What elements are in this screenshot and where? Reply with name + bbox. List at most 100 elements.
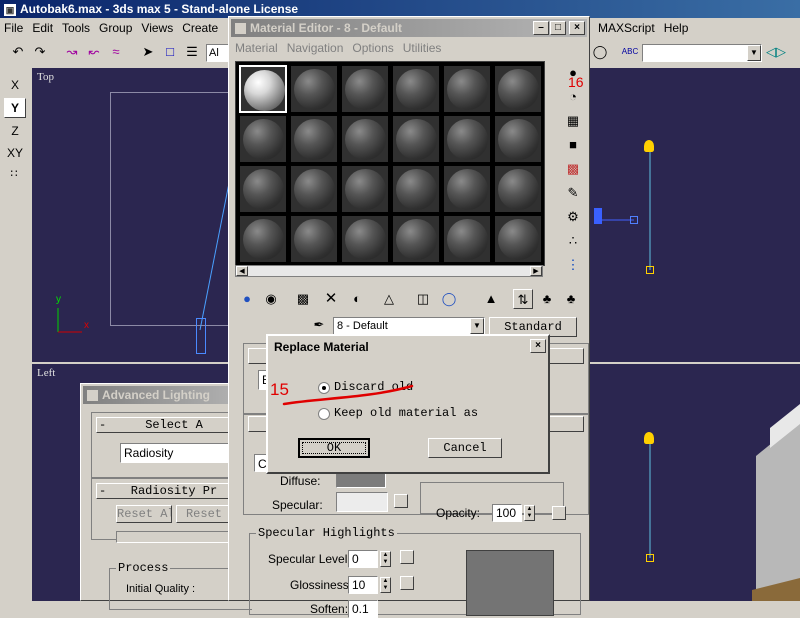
maximize-button[interactable]: □ (550, 21, 566, 35)
menu-tools[interactable]: Tools (62, 21, 90, 35)
material-sample-slot[interactable] (392, 165, 440, 213)
backlight-icon[interactable]: ◔ (563, 87, 583, 107)
opacity-map-button[interactable] (552, 506, 566, 520)
chevron-down-icon[interactable]: ▼ (747, 45, 761, 61)
spinner-down-icon[interactable]: ▼ (381, 559, 390, 566)
specular-swatch[interactable] (336, 492, 388, 512)
sample-uv-icon[interactable]: ■ (563, 135, 583, 155)
background-checker-icon[interactable]: ▦ (563, 111, 583, 131)
material-sample-slot[interactable] (341, 165, 389, 213)
ok-button[interactable]: OK (298, 438, 370, 458)
soften-input[interactable]: 0.1 (348, 600, 378, 618)
material-sample-slot[interactable] (443, 65, 491, 113)
material-sample-slot[interactable] (392, 215, 440, 263)
material-sample-slot[interactable] (494, 65, 542, 113)
material-sample-slot[interactable] (494, 165, 542, 213)
scroll-right-icon[interactable]: ▶ (530, 266, 542, 276)
make-preview-icon[interactable]: ✎ (563, 183, 583, 203)
video-color-check-icon[interactable]: ▩ (563, 159, 583, 179)
light-object-icon[interactable] (196, 318, 206, 354)
dialog-close-button[interactable]: × (530, 339, 546, 353)
menu-create[interactable]: Create (182, 21, 218, 35)
specular-level-spinner[interactable]: ▲ ▼ (380, 551, 391, 567)
reset-map-icon[interactable]: ✕ (321, 289, 341, 309)
target-marker-icon[interactable] (646, 266, 654, 274)
reset-all-button[interactable]: Reset All (116, 505, 172, 523)
reset-button[interactable]: Reset (176, 505, 232, 523)
material-sample-slot[interactable] (494, 215, 542, 263)
select-region-icon[interactable]: □ (160, 42, 180, 62)
close-button[interactable]: × (569, 21, 585, 35)
eyedropper-icon[interactable]: ✒ (309, 315, 329, 335)
unlink-icon[interactable]: ↜ (84, 42, 104, 62)
named-selection-icon[interactable]: ABC (620, 42, 640, 62)
select-by-name-icon[interactable]: ☰ (182, 42, 202, 62)
snap-grid-icon[interactable]: ∷ (4, 164, 24, 184)
mirror-icon[interactable]: ◁▷ (766, 42, 786, 62)
glossiness-input[interactable]: 10 (348, 576, 378, 594)
named-selection-dropdown[interactable]: ▼ (642, 44, 762, 62)
scroll-left-icon[interactable]: ◀ (236, 266, 248, 276)
material-sample-slot[interactable] (290, 65, 338, 113)
opacity-input[interactable]: 100 (492, 504, 522, 522)
me-menu-utilities[interactable]: Utilities (403, 41, 442, 55)
show-map-icon[interactable]: ◯ (439, 289, 459, 309)
opacity-spinner[interactable]: ▲ ▼ (524, 505, 535, 521)
light-node-small-icon[interactable] (630, 216, 638, 224)
get-material-icon[interactable]: ● (237, 289, 257, 309)
specular-level-input[interactable]: 0 (348, 550, 378, 568)
radio-keep[interactable] (318, 408, 330, 420)
axis-x-button[interactable]: X (4, 76, 26, 94)
select-by-material-icon[interactable]: ∴ (563, 231, 583, 251)
assign-material-icon[interactable]: ▩ (293, 289, 313, 309)
menu-maxscript[interactable]: MAXScript (598, 21, 655, 35)
go-to-parent-icon[interactable]: ⇅ (513, 289, 533, 309)
material-sample-slot[interactable] (443, 115, 491, 163)
menu-edit[interactable]: Edit (32, 21, 53, 35)
material-name-field[interactable]: 8 - Default ▼ (333, 317, 485, 335)
material-sample-slot[interactable] (239, 165, 287, 213)
me-menu-options[interactable]: Options (352, 41, 393, 55)
undo-icon[interactable]: ↶ (8, 42, 28, 62)
axis-xy-button[interactable]: XY (2, 144, 28, 162)
radio-discard[interactable] (318, 382, 330, 394)
glossiness-spinner[interactable]: ▲ ▼ (380, 577, 391, 593)
material-sample-slot[interactable] (392, 115, 440, 163)
cancel-button[interactable]: Cancel (428, 438, 502, 458)
select-arrow-icon[interactable]: ➤ (138, 42, 158, 62)
link-icon[interactable]: ↝ (62, 42, 82, 62)
material-name-chevron-icon[interactable]: ▼ (470, 318, 484, 334)
bind-icon[interactable]: ≈ (106, 42, 126, 62)
specular-map-button[interactable] (394, 494, 408, 508)
pick-material-icon[interactable]: ♣ (561, 289, 581, 309)
material-sample-slot[interactable] (443, 165, 491, 213)
discard-old-label[interactable]: Discard old (334, 380, 413, 394)
material-effects-icon[interactable]: ◫ (413, 289, 433, 309)
material-sample-slot[interactable] (341, 65, 389, 113)
spinner-up-icon[interactable]: ▲ (381, 552, 390, 559)
me-menu-navigation[interactable]: Navigation (287, 41, 344, 55)
material-sample-slot[interactable] (239, 65, 287, 113)
sample-slots-scrollbar[interactable]: ◀ ▶ (235, 265, 543, 277)
show-end-result-icon[interactable]: ▲ (481, 289, 501, 309)
left-omni-light-icon[interactable] (644, 432, 654, 444)
light-node-icon[interactable] (594, 208, 602, 224)
material-sample-slot[interactable] (392, 65, 440, 113)
make-unique-icon[interactable]: ◐ (347, 289, 367, 309)
material-navigator-icon[interactable]: ⋮ (563, 255, 583, 275)
material-sample-slot[interactable] (443, 215, 491, 263)
menu-views[interactable]: Views (141, 21, 173, 35)
go-forward-sibling-icon[interactable]: ♣ (537, 289, 557, 309)
left-target-marker-icon[interactable] (646, 554, 654, 562)
menu-file[interactable]: File (4, 21, 23, 35)
options-icon[interactable]: ⚙ (563, 207, 583, 227)
spinner-up-icon[interactable]: ▲ (381, 578, 390, 585)
axis-z-button[interactable]: Z (4, 122, 26, 140)
redo-icon[interactable]: ↷ (30, 42, 50, 62)
spinner-down-icon[interactable]: ▼ (525, 513, 534, 520)
minimize-button[interactable]: – (533, 21, 549, 35)
material-sample-slot[interactable] (290, 215, 338, 263)
material-sample-slot[interactable] (494, 115, 542, 163)
spinner-up-icon[interactable]: ▲ (525, 506, 534, 513)
angle-snap-icon[interactable]: ◯ (590, 42, 610, 62)
